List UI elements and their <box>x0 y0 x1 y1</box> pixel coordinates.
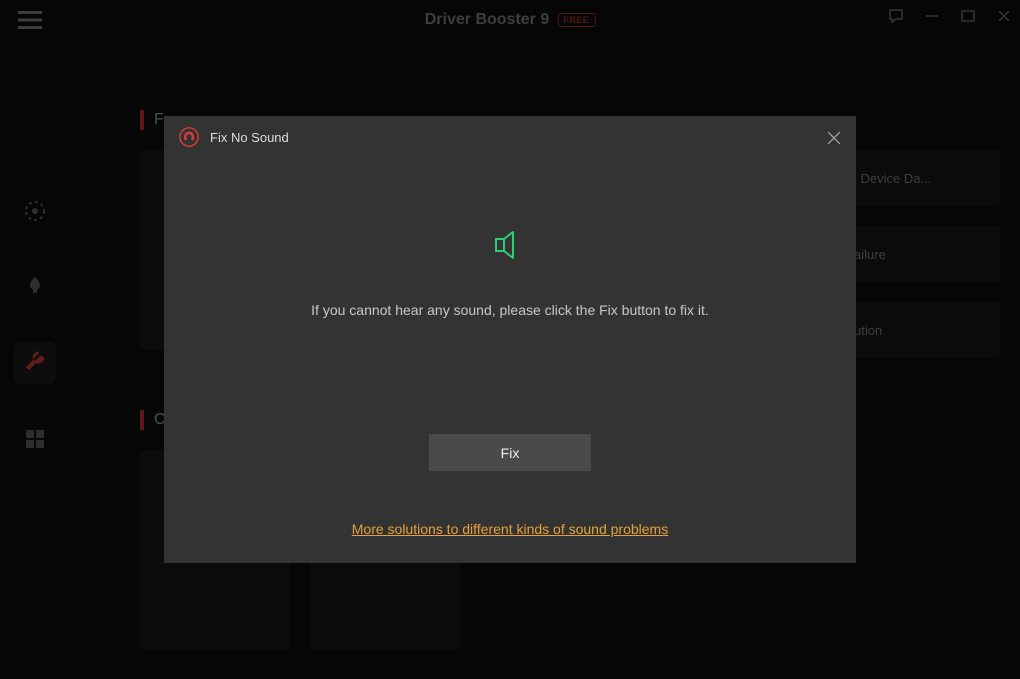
modal-close-button[interactable] <box>826 130 842 146</box>
fix-no-sound-modal: Fix No Sound If you cannot hear any soun… <box>164 116 856 563</box>
speaker-icon <box>493 228 527 262</box>
fix-button[interactable]: Fix <box>429 434 591 471</box>
close-icon <box>826 130 842 146</box>
app-logo-icon <box>178 126 200 148</box>
more-solutions-link[interactable]: More solutions to different kinds of sou… <box>352 521 668 537</box>
modal-message: If you cannot hear any sound, please cli… <box>311 302 709 318</box>
modal-header: Fix No Sound <box>164 116 856 158</box>
modal-title: Fix No Sound <box>210 130 289 145</box>
modal-body: If you cannot hear any sound, please cli… <box>164 158 856 537</box>
